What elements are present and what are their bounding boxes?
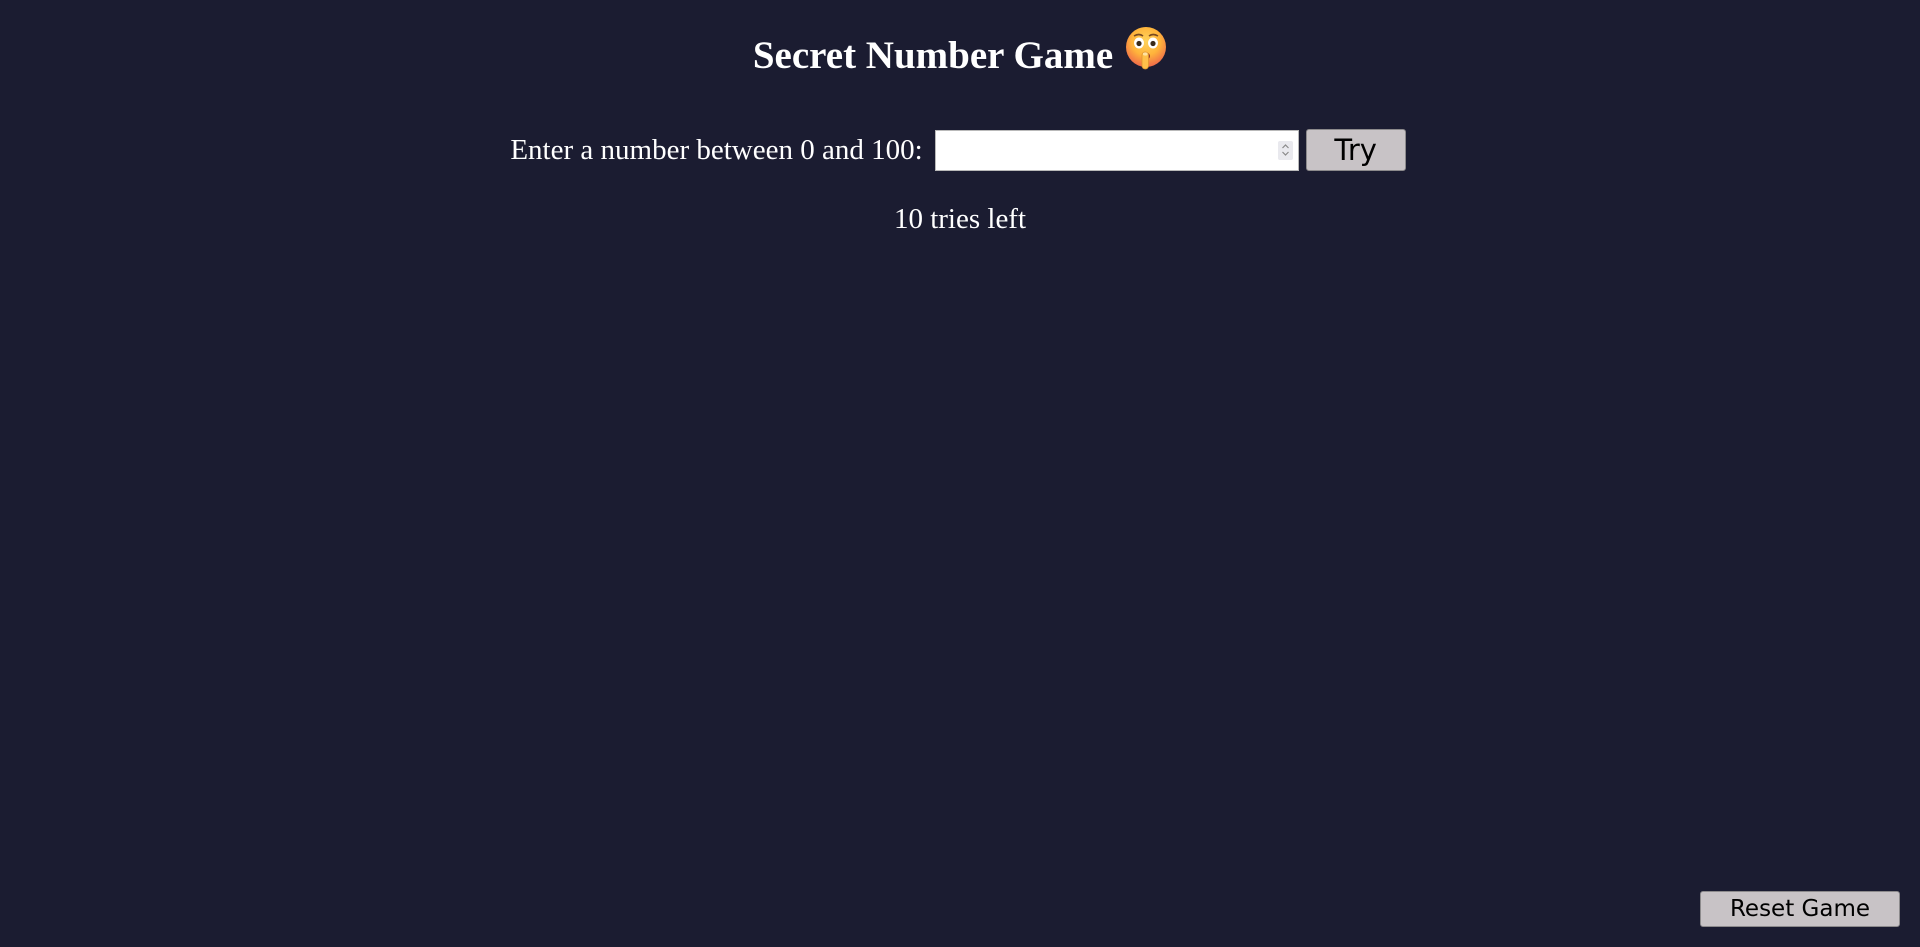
guess-form: Enter a number between 0 and 100: Try [0, 129, 1920, 171]
spinner-arrows-icon [1281, 144, 1289, 156]
reset-game-button[interactable]: Reset Game [1700, 891, 1900, 927]
tries-left-status: 10 tries left [893, 203, 1027, 235]
guess-number-input[interactable] [935, 130, 1298, 170]
game-page: Secret Number Game Enter a number betwee… [0, 0, 1920, 947]
guess-prompt-label: Enter a number between 0 and 100: [510, 133, 923, 166]
page-title-text: Secret Number Game [752, 34, 1114, 77]
shushing-face-icon [1125, 26, 1167, 84]
page-title: Secret Number Game [0, 27, 1920, 88]
try-button[interactable]: Try [1305, 129, 1406, 171]
guess-input-wrapper [934, 129, 1299, 171]
number-spinner[interactable] [1277, 140, 1293, 160]
